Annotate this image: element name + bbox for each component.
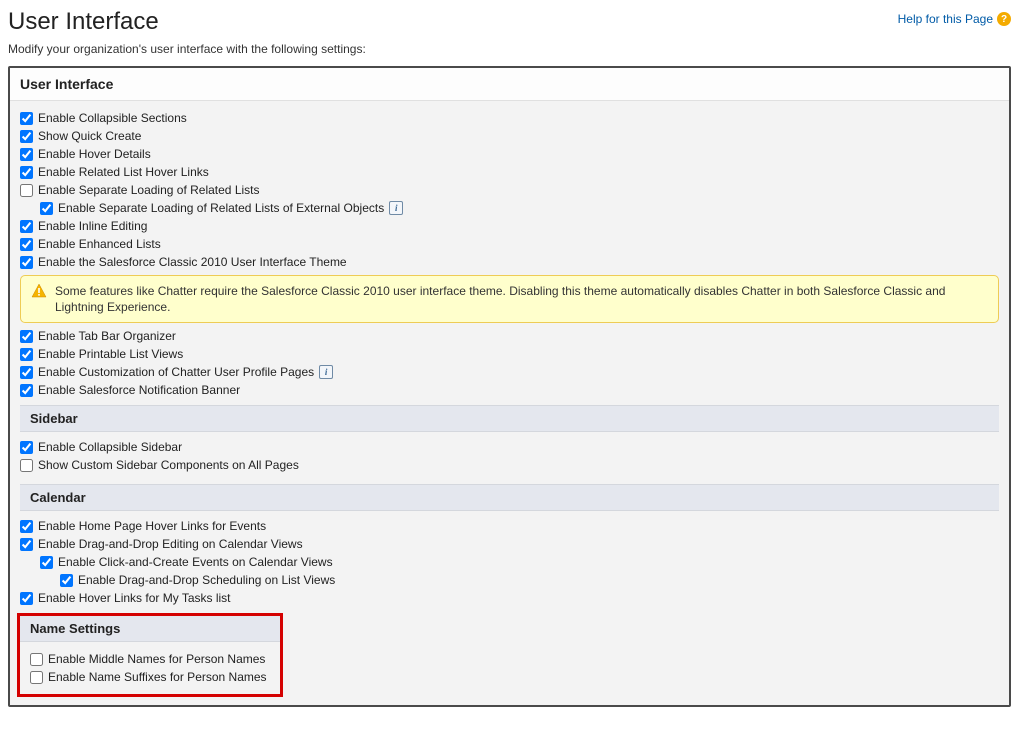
checkbox-row-related-list-hover: Enable Related List Hover Links	[20, 163, 999, 181]
checkbox-label: Enable Hover Details	[38, 147, 151, 161]
checkbox-label: Enable Drag-and-Drop Scheduling on List …	[78, 573, 335, 587]
section-header-sidebar: Sidebar	[20, 405, 999, 432]
page-subtitle: Modify your organization's user interfac…	[8, 42, 1011, 56]
checkbox-label: Enable Name Suffixes for Person Names	[48, 670, 267, 684]
section-header-calendar: Calendar	[20, 484, 999, 511]
checkbox-row-home-hover-events: Enable Home Page Hover Links for Events	[20, 517, 999, 535]
help-icon: ?	[997, 12, 1011, 26]
checkbox-drag-drop-calendar[interactable]	[20, 538, 33, 551]
checkbox-tab-bar-organizer[interactable]	[20, 330, 33, 343]
checkbox-classic-2010-theme[interactable]	[20, 256, 33, 269]
checkbox-home-hover-events[interactable]	[20, 520, 33, 533]
info-icon[interactable]: i	[319, 365, 333, 379]
checkbox-separate-loading[interactable]	[20, 184, 33, 197]
checkbox-row-separate-loading: Enable Separate Loading of Related Lists	[20, 181, 999, 199]
checkbox-row-printable-list-views: Enable Printable List Views	[20, 345, 999, 363]
checkbox-custom-sidebar-all-pages[interactable]	[20, 459, 33, 472]
warning-box: Some features like Chatter require the S…	[20, 275, 999, 323]
checkbox-row-inline-editing: Enable Inline Editing	[20, 217, 999, 235]
section-header-name-settings: Name Settings	[20, 616, 280, 642]
highlight-name-settings: Name Settings Enable Middle Names for Pe…	[17, 613, 283, 697]
checkbox-row-separate-loading-external: Enable Separate Loading of Related Lists…	[20, 199, 999, 217]
checkbox-label: Show Quick Create	[38, 129, 141, 143]
checkbox-row-hover-details: Enable Hover Details	[20, 145, 999, 163]
checkbox-label: Enable Hover Links for My Tasks list	[38, 591, 231, 605]
checkbox-label: Enable Related List Hover Links	[38, 165, 209, 179]
section-header-user-interface: User Interface	[10, 68, 1009, 101]
checkbox-row-notification-banner: Enable Salesforce Notification Banner	[20, 381, 999, 399]
checkbox-row-show-quick-create: Show Quick Create	[20, 127, 999, 145]
section-body-ui: Enable Collapsible Sections Show Quick C…	[10, 101, 1009, 705]
warning-icon	[31, 283, 47, 299]
info-icon[interactable]: i	[389, 201, 403, 215]
checkbox-row-middle-names: Enable Middle Names for Person Names	[30, 650, 270, 668]
checkbox-label: Enable Enhanced Lists	[38, 237, 161, 251]
checkbox-label: Enable Collapsible Sections	[38, 111, 187, 125]
checkbox-drag-drop-list-views[interactable]	[60, 574, 73, 587]
checkbox-row-chatter-profile-pages: Enable Customization of Chatter User Pro…	[20, 363, 999, 381]
help-for-this-page-link[interactable]: Help for this Page ?	[898, 8, 1011, 26]
checkbox-hover-my-tasks[interactable]	[20, 592, 33, 605]
page-title: User Interface	[8, 8, 159, 36]
checkbox-label: Enable Middle Names for Person Names	[48, 652, 265, 666]
checkbox-row-classic-2010-theme: Enable the Salesforce Classic 2010 User …	[20, 253, 999, 271]
checkbox-row-drag-drop-calendar: Enable Drag-and-Drop Editing on Calendar…	[20, 535, 999, 553]
checkbox-row-collapsible-sections: Enable Collapsible Sections	[20, 109, 999, 127]
checkbox-name-suffixes[interactable]	[30, 671, 43, 684]
checkbox-row-enhanced-lists: Enable Enhanced Lists	[20, 235, 999, 253]
checkbox-row-name-suffixes: Enable Name Suffixes for Person Names	[30, 668, 270, 686]
checkbox-row-drag-drop-list-views: Enable Drag-and-Drop Scheduling on List …	[20, 571, 999, 589]
checkbox-show-quick-create[interactable]	[20, 130, 33, 143]
checkbox-label: Enable Salesforce Notification Banner	[38, 383, 240, 397]
checkbox-label: Enable the Salesforce Classic 2010 User …	[38, 255, 347, 269]
checkbox-label: Enable Separate Loading of Related Lists…	[58, 201, 384, 215]
checkbox-label: Enable Click-and-Create Events on Calend…	[58, 555, 333, 569]
checkbox-separate-loading-external[interactable]	[40, 202, 53, 215]
checkbox-row-click-create-events: Enable Click-and-Create Events on Calend…	[20, 553, 999, 571]
checkbox-related-list-hover[interactable]	[20, 166, 33, 179]
checkbox-inline-editing[interactable]	[20, 220, 33, 233]
checkbox-row-custom-sidebar-all-pages: Show Custom Sidebar Components on All Pa…	[20, 456, 999, 474]
checkbox-collapsible-sidebar[interactable]	[20, 441, 33, 454]
checkbox-notification-banner[interactable]	[20, 384, 33, 397]
checkbox-label: Enable Customization of Chatter User Pro…	[38, 365, 314, 379]
checkbox-row-hover-my-tasks: Enable Hover Links for My Tasks list	[20, 589, 999, 607]
main-panel: User Interface Enable Collapsible Sectio…	[8, 66, 1011, 707]
checkbox-click-create-events[interactable]	[40, 556, 53, 569]
checkbox-label: Enable Home Page Hover Links for Events	[38, 519, 266, 533]
checkbox-label: Enable Drag-and-Drop Editing on Calendar…	[38, 537, 303, 551]
checkbox-enhanced-lists[interactable]	[20, 238, 33, 251]
checkbox-collapsible-sections[interactable]	[20, 112, 33, 125]
checkbox-label: Enable Separate Loading of Related Lists	[38, 183, 260, 197]
warning-text: Some features like Chatter require the S…	[55, 283, 988, 315]
checkbox-hover-details[interactable]	[20, 148, 33, 161]
checkbox-label: Enable Printable List Views	[38, 347, 183, 361]
checkbox-label: Show Custom Sidebar Components on All Pa…	[38, 458, 299, 472]
help-link-text: Help for this Page	[898, 12, 993, 26]
checkbox-label: Enable Collapsible Sidebar	[38, 440, 182, 454]
checkbox-middle-names[interactable]	[30, 653, 43, 666]
checkbox-label: Enable Tab Bar Organizer	[38, 329, 176, 343]
checkbox-row-tab-bar-organizer: Enable Tab Bar Organizer	[20, 327, 999, 345]
checkbox-label: Enable Inline Editing	[38, 219, 147, 233]
checkbox-printable-list-views[interactable]	[20, 348, 33, 361]
checkbox-row-collapsible-sidebar: Enable Collapsible Sidebar	[20, 438, 999, 456]
checkbox-chatter-profile-pages[interactable]	[20, 366, 33, 379]
